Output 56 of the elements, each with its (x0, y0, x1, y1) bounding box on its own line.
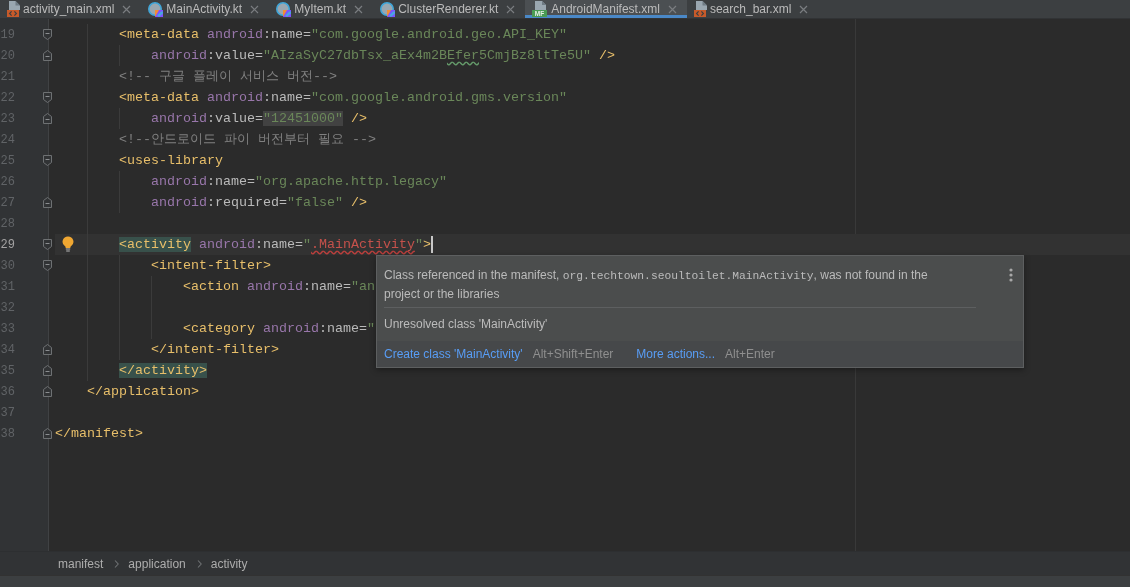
code-line: android:value="12451000" /> (151, 110, 367, 127)
fold-start-icon[interactable] (43, 29, 52, 40)
problem-description: Unresolved class 'MainActivity' (384, 316, 548, 333)
error-message: Class referenced in the manifest, org.techtown.seoultoilet.MainActivity, was not found in the project or the libraries (384, 267, 929, 303)
code-line: <action android:name="an (183, 278, 375, 295)
source-file-icon (276, 1, 292, 17)
chevron-right-icon (196, 559, 202, 568)
fold-end-icon[interactable] (43, 113, 52, 124)
code-line: android:value="AIzaSyC27dbTsx_aEx4m2BEfer5CmjBz8ltTe5U" /> (151, 47, 615, 64)
close-icon[interactable] (506, 4, 516, 14)
fold-end-icon[interactable] (43, 50, 52, 61)
fold-start-icon[interactable] (43, 92, 52, 103)
code-line: </application> (87, 383, 199, 400)
editor-tab[interactable]: search_bar.xml (686, 0, 819, 18)
breadcrumb-item[interactable]: manifest (58, 555, 104, 572)
breadcrumb-item[interactable]: application (128, 555, 186, 572)
code-line: </manifest> (55, 425, 143, 442)
create-class-link[interactable]: Create class 'MainActivity' (384, 347, 523, 361)
code-line: <category android:name=" (183, 320, 375, 337)
editor-tab[interactable]: activity_main.xml (0, 0, 142, 18)
fold-start-icon[interactable] (43, 260, 52, 271)
text-cursor (430, 236, 433, 253)
close-icon[interactable] (354, 4, 364, 14)
editor-tab[interactable]: MyItem.kt (269, 0, 374, 18)
code-line: <!-- 구글 플레이 서비스 버전--> (119, 68, 337, 85)
fold-end-icon[interactable] (43, 428, 52, 439)
close-icon[interactable] (122, 4, 132, 14)
source-file-icon (148, 1, 164, 17)
code-line: android:name="org.apache.http.legacy" (151, 173, 447, 190)
lightbulb-icon[interactable] (62, 236, 74, 252)
breadcrumb-item[interactable]: activity (210, 555, 248, 572)
close-icon[interactable] (250, 4, 260, 14)
keyboard-shortcut: Alt+Enter (725, 347, 775, 361)
source-file-icon (380, 1, 396, 17)
line-number: 29 (0, 237, 15, 252)
code-line: <!--안드로이드 파이 버전부터 필요 --> (119, 131, 376, 148)
fold-start-icon[interactable] (43, 155, 52, 166)
code-line: <intent-filter> (151, 257, 271, 274)
fold-end-icon[interactable] (43, 386, 52, 397)
code-line: </intent-filter> (151, 341, 279, 358)
code-line: <activity android:name=".MainActivity"> (119, 236, 431, 253)
editor-tab[interactable]: MainActivity.kt (141, 0, 270, 18)
fold-start-icon[interactable] (43, 239, 52, 250)
code-line: <meta-data android:name="com.google.android.gms.version" (119, 89, 567, 106)
close-icon[interactable] (799, 4, 809, 14)
code-line: <meta-data android:name="com.google.android.geo.API_KEY" (119, 26, 567, 43)
code-line: android:required="false" /> (151, 194, 367, 211)
chevron-right-icon (114, 559, 120, 568)
editor-tab[interactable]: ClusterRenderer.kt (373, 0, 526, 18)
keyboard-shortcut: Alt+Shift+Enter (532, 347, 614, 361)
more-actions-link[interactable]: More actions... (636, 347, 716, 361)
more-options-icon[interactable] (1009, 268, 1013, 282)
fold-end-icon[interactable] (43, 344, 52, 355)
code-line: <uses-library (119, 152, 223, 169)
fold-end-icon[interactable] (43, 365, 52, 376)
fold-end-icon[interactable] (43, 197, 52, 208)
